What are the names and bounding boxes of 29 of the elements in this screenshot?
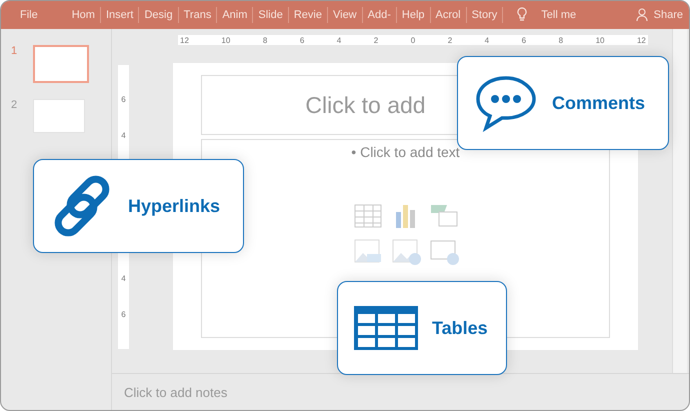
ribbon-tab[interactable]: Revie: [288, 7, 328, 23]
ribbon-tab[interactable]: Insert: [100, 7, 140, 23]
ribbon-tab[interactable]: Story: [466, 7, 504, 23]
slide-number: 2: [11, 99, 18, 111]
table-icon: [354, 306, 418, 350]
ribbon-tab[interactable]: Acrol: [430, 7, 467, 23]
insert-table-icon[interactable]: [352, 202, 382, 230]
ribbon-tab[interactable]: Slide: [253, 7, 289, 23]
ribbon-tab[interactable]: Anim: [217, 7, 254, 23]
ribbon-tab[interactable]: Hom: [66, 7, 101, 23]
insert-video-icon[interactable]: [428, 238, 458, 266]
slide-thumbnail[interactable]: [33, 45, 89, 83]
ribbon-tab[interactable]: Help: [396, 7, 431, 23]
ribbon-tab[interactable]: Desig: [139, 7, 179, 23]
ribbon-tab[interactable]: Add-: [362, 7, 397, 23]
tell-me-field[interactable]: Tell me: [541, 9, 576, 21]
online-picture-icon[interactable]: [390, 238, 420, 266]
slide-number: 1: [11, 45, 18, 57]
speech-bubble-icon: [474, 74, 538, 132]
feature-label: Tables: [432, 318, 488, 338]
horizontal-ruler: 12 10 8 6 4 2 0 2 4 6 8 10 12: [178, 35, 648, 45]
ribbon-tab[interactable]: Trans: [178, 7, 218, 23]
scrollbar[interactable]: [672, 29, 687, 373]
lightbulb-icon[interactable]: [517, 7, 528, 23]
person-icon: [636, 8, 650, 22]
ribbon-tab[interactable]: View: [328, 7, 363, 23]
body-placeholder-text: • Click to add text: [351, 144, 460, 160]
ribbon-tab[interactable]: File: [15, 7, 43, 23]
share-button[interactable]: Share: [636, 8, 683, 22]
